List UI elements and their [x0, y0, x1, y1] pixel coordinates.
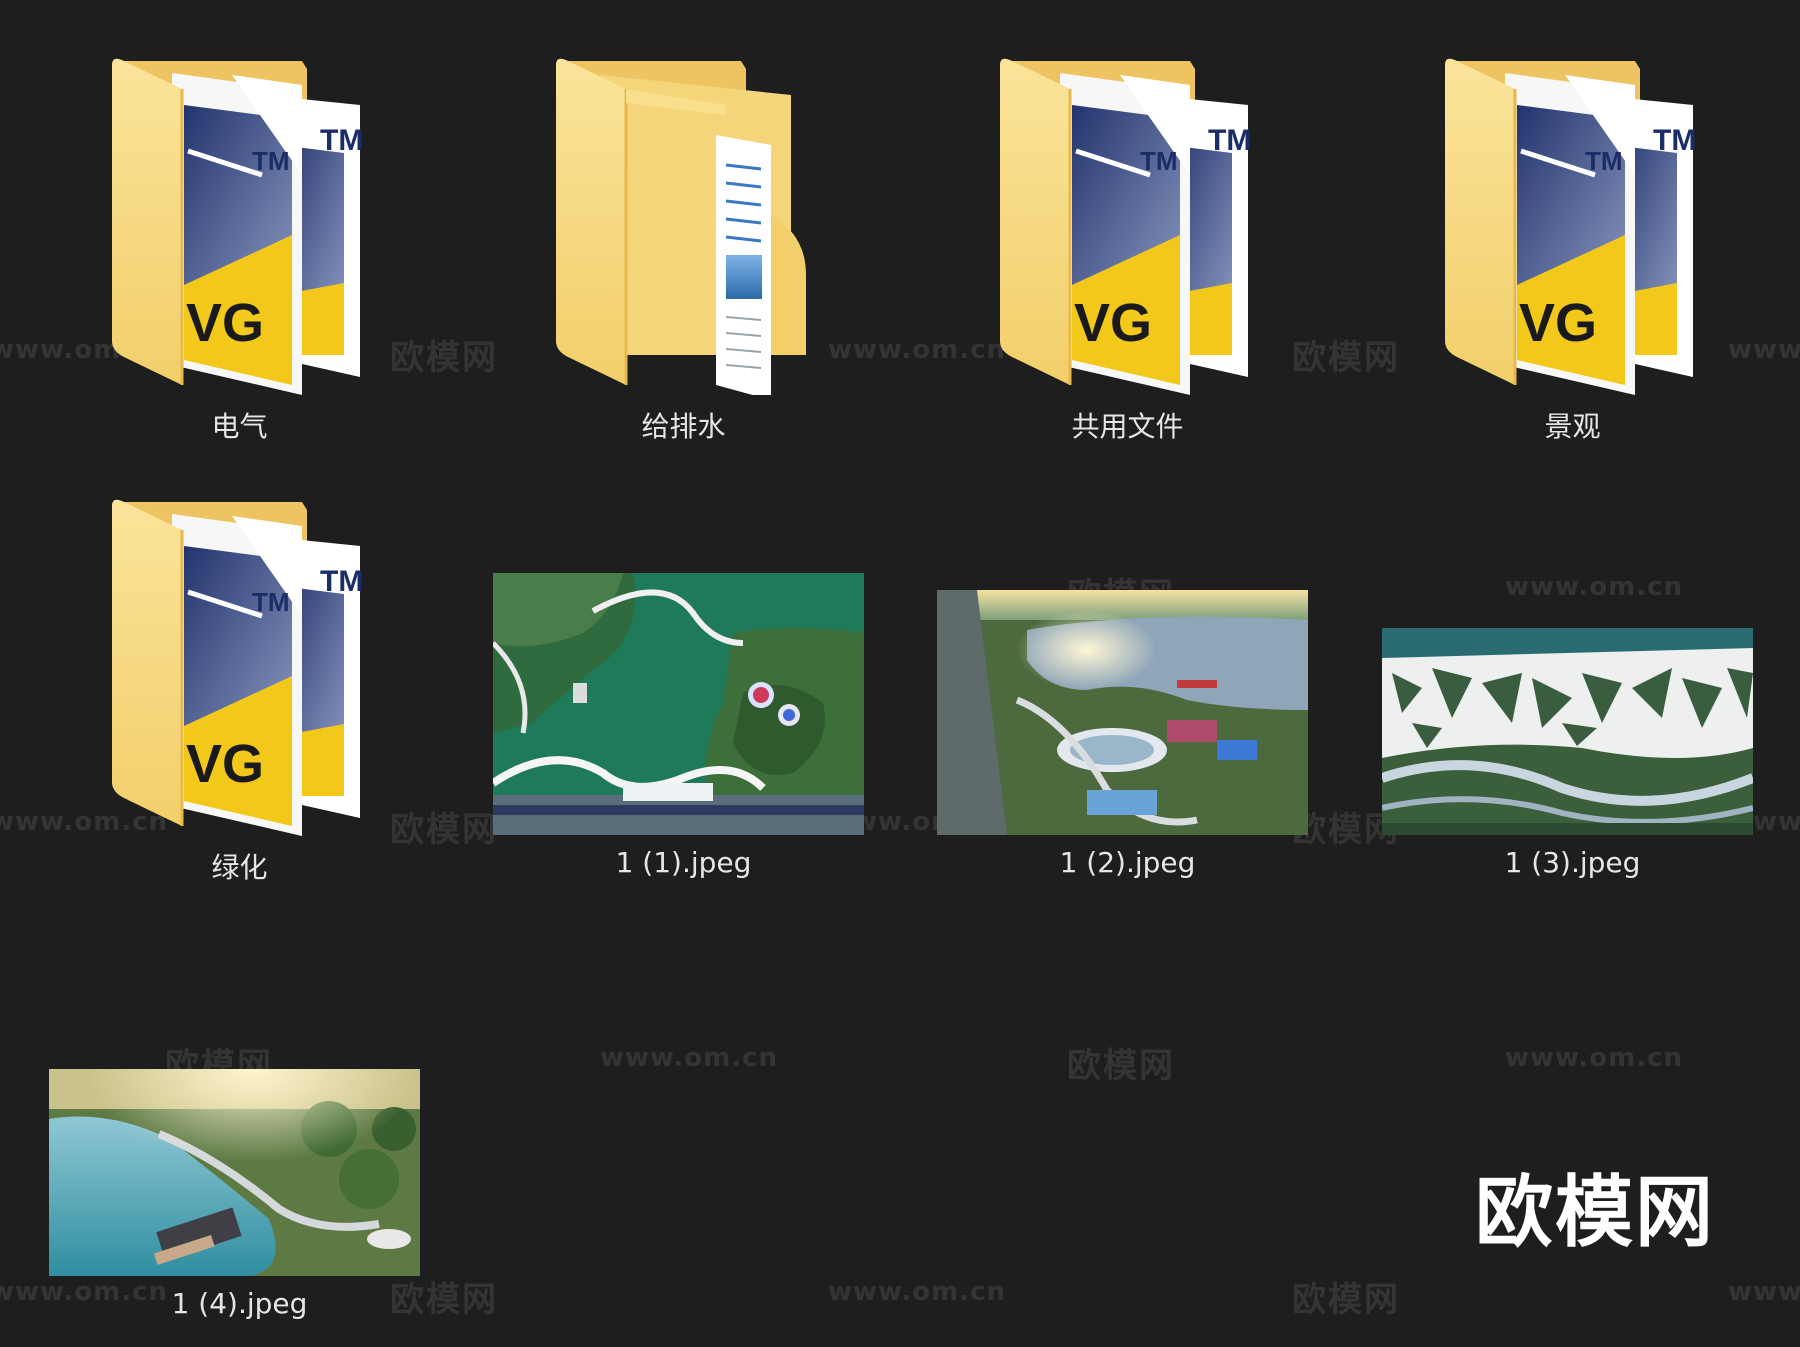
folder-item[interactable]: 景观: [1350, 55, 1795, 455]
image-file-item[interactable]: 1 (1).jpeg: [461, 496, 906, 896]
watermark-url: www.om.cn: [828, 1277, 1007, 1307]
image-thumbnail: [493, 573, 864, 835]
folder-vg-icon: [1000, 55, 1260, 395]
file-label: 1 (3).jpeg: [1504, 846, 1641, 879]
watermark-url: www.om.cn: [1728, 1277, 1800, 1307]
folder-item[interactable]: 绿化: [17, 496, 462, 896]
folder-item[interactable]: 给排水: [461, 55, 906, 455]
image-thumbnail: [937, 590, 1308, 835]
watermark-url: www.om.cn: [1505, 1043, 1684, 1073]
image-file-item[interactable]: 1 (2).jpeg: [905, 496, 1350, 896]
watermark-cn: 欧模网: [1067, 1046, 1175, 1086]
file-label: 1 (2).jpeg: [1059, 846, 1196, 879]
watermark-cn: 欧模网: [1292, 1280, 1400, 1320]
folder-vg-icon: [112, 496, 372, 836]
file-label: 给排水: [641, 410, 726, 443]
folder-vg-icon: [1445, 55, 1705, 395]
file-label: 电气: [211, 410, 268, 443]
folder-item[interactable]: 电气: [17, 55, 462, 455]
watermark-url: www.om.cn: [600, 1043, 779, 1073]
file-label: 1 (4).jpeg: [171, 1287, 308, 1320]
image-file-item[interactable]: 1 (4).jpeg: [17, 937, 462, 1337]
image-thumbnail: [49, 1069, 420, 1276]
folder-document-icon: [556, 55, 816, 395]
folder-item[interactable]: 共用文件: [905, 55, 1350, 455]
file-label: 绿化: [211, 851, 268, 884]
file-label: 景观: [1544, 410, 1601, 443]
brand-watermark: 欧模网: [1475, 1168, 1716, 1258]
file-label: 共用文件: [1071, 410, 1184, 443]
file-label: 1 (1).jpeg: [615, 846, 752, 879]
folder-vg-icon: [112, 55, 372, 395]
image-thumbnail: [1382, 628, 1753, 835]
image-file-item[interactable]: 1 (3).jpeg: [1350, 496, 1795, 896]
